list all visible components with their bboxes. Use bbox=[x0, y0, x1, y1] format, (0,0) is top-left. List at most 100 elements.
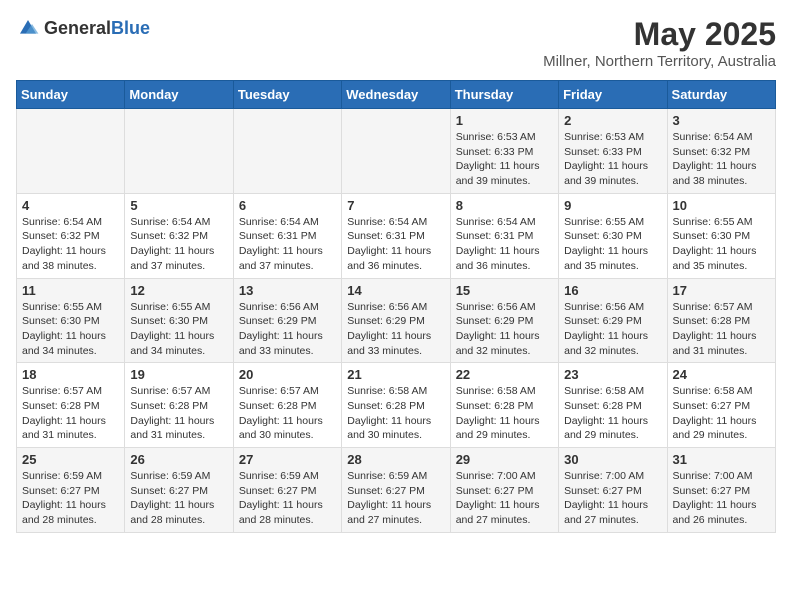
day-number: 19 bbox=[130, 367, 227, 382]
day-info: Sunrise: 6:59 AM Sunset: 6:27 PM Dayligh… bbox=[22, 469, 119, 528]
day-info: Sunrise: 6:58 AM Sunset: 6:27 PM Dayligh… bbox=[673, 384, 770, 443]
day-number: 10 bbox=[673, 198, 770, 213]
day-info: Sunrise: 6:56 AM Sunset: 6:29 PM Dayligh… bbox=[456, 300, 553, 359]
day-number: 5 bbox=[130, 198, 227, 213]
day-number: 28 bbox=[347, 452, 444, 467]
day-number: 13 bbox=[239, 283, 336, 298]
column-header-monday: Monday bbox=[125, 81, 233, 109]
calendar-cell: 21Sunrise: 6:58 AM Sunset: 6:28 PM Dayli… bbox=[342, 363, 450, 448]
column-header-tuesday: Tuesday bbox=[233, 81, 341, 109]
day-info: Sunrise: 7:00 AM Sunset: 6:27 PM Dayligh… bbox=[673, 469, 770, 528]
calendar-cell: 10 Sunrise: 6:55 AM Sunset: 6:30 PM Dayli… bbox=[667, 193, 775, 278]
calendar-cell bbox=[342, 109, 450, 194]
logo-blue: Blue bbox=[111, 18, 150, 38]
day-number: 16 bbox=[564, 283, 661, 298]
page-header: GeneralBlue May 2025 Millner, Northern T… bbox=[16, 16, 776, 70]
day-number: 18 bbox=[22, 367, 119, 382]
calendar-row: 18 Sunrise: 6:57 AM Sunset: 6:28 PM Dayli… bbox=[17, 363, 776, 448]
day-info: Sunrise: 6:55 AM Sunset: 6:30 PM Dayligh… bbox=[673, 215, 770, 274]
calendar-cell: 16 Sunrise: 6:56 AM Sunset: 6:29 PM Dayli… bbox=[559, 278, 667, 363]
calendar-cell: 1Sunrise: 6:53 AM Sunset: 6:33 PM Daylig… bbox=[450, 109, 558, 194]
calendar-cell bbox=[233, 109, 341, 194]
day-info: Sunrise: 7:00 AM Sunset: 6:27 PM Dayligh… bbox=[564, 469, 661, 528]
calendar-cell: 31 Sunrise: 7:00 AM Sunset: 6:27 PM Dayli… bbox=[667, 448, 775, 533]
calendar-cell: 30 Sunrise: 7:00 AM Sunset: 6:27 PM Dayli… bbox=[559, 448, 667, 533]
header-row: SundayMondayTuesdayWednesdayThursdayFrid… bbox=[17, 81, 776, 109]
title-block: May 2025 Millner, Northern Territory, Au… bbox=[543, 16, 776, 70]
day-info: Sunrise: 6:57 AM Sunset: 6:28 PM Dayligh… bbox=[130, 384, 227, 443]
day-info: Sunrise: 6:59 AM Sunset: 6:27 PM Dayligh… bbox=[239, 469, 336, 528]
calendar-cell: 9Sunrise: 6:55 AM Sunset: 6:30 PM Daylig… bbox=[559, 193, 667, 278]
calendar-cell: 29 Sunrise: 7:00 AM Sunset: 6:27 PM Dayli… bbox=[450, 448, 558, 533]
column-header-wednesday: Wednesday bbox=[342, 81, 450, 109]
day-number: 17 bbox=[673, 283, 770, 298]
calendar-cell: 28Sunrise: 6:59 AM Sunset: 6:27 PM Dayli… bbox=[342, 448, 450, 533]
day-number: 25 bbox=[22, 452, 119, 467]
calendar-cell: 4Sunrise: 6:54 AM Sunset: 6:32 PM Daylig… bbox=[17, 193, 125, 278]
day-info: Sunrise: 6:54 AM Sunset: 6:31 PM Dayligh… bbox=[239, 215, 336, 274]
day-info: Sunrise: 6:54 AM Sunset: 6:31 PM Dayligh… bbox=[347, 215, 444, 274]
day-number: 3 bbox=[673, 113, 770, 128]
calendar-row: 4 Sunrise: 6:54 AM Sunset: 6:32 PM Daylig… bbox=[17, 193, 776, 278]
day-info: Sunrise: 6:57 AM Sunset: 6:28 PM Dayligh… bbox=[22, 384, 119, 443]
calendar-cell: 25 Sunrise: 6:59 AM Sunset: 6:27 PM Dayli… bbox=[17, 448, 125, 533]
day-info: Sunrise: 7:00 AM Sunset: 6:27 PM Dayligh… bbox=[456, 469, 553, 528]
column-header-sunday: Sunday bbox=[17, 81, 125, 109]
calendar-cell: 8Sunrise: 6:54 AM Sunset: 6:31 PM Daylig… bbox=[450, 193, 558, 278]
calendar-row: 11 Sunrise: 6:55 AM Sunset: 6:30 PM Dayli… bbox=[17, 278, 776, 363]
day-info: Sunrise: 6:59 AM Sunset: 6:27 PM Dayligh… bbox=[130, 469, 227, 528]
calendar-cell: 27Sunrise: 6:59 AM Sunset: 6:27 PM Dayli… bbox=[233, 448, 341, 533]
calendar-cell bbox=[17, 109, 125, 194]
calendar-cell: 19 Sunrise: 6:57 AM Sunset: 6:28 PM Dayli… bbox=[125, 363, 233, 448]
calendar-cell: 2Sunrise: 6:53 AM Sunset: 6:33 PM Daylig… bbox=[559, 109, 667, 194]
calendar-cell: 24 Sunrise: 6:58 AM Sunset: 6:27 PM Dayli… bbox=[667, 363, 775, 448]
calendar-cell: 26 Sunrise: 6:59 AM Sunset: 6:27 PM Dayli… bbox=[125, 448, 233, 533]
day-number: 31 bbox=[673, 452, 770, 467]
calendar-cell: 17 Sunrise: 6:57 AM Sunset: 6:28 PM Dayli… bbox=[667, 278, 775, 363]
calendar-cell: 3Sunrise: 6:54 AM Sunset: 6:32 PM Daylig… bbox=[667, 109, 775, 194]
day-number: 4 bbox=[22, 198, 119, 213]
day-number: 24 bbox=[673, 367, 770, 382]
day-number: 2 bbox=[564, 113, 661, 128]
day-info: Sunrise: 6:58 AM Sunset: 6:28 PM Dayligh… bbox=[564, 384, 661, 443]
day-info: Sunrise: 6:54 AM Sunset: 6:31 PM Dayligh… bbox=[456, 215, 553, 274]
logo-general: General bbox=[44, 18, 111, 38]
calendar-cell: 14 Sunrise: 6:56 AM Sunset: 6:29 PM Dayli… bbox=[342, 278, 450, 363]
day-info: Sunrise: 6:54 AM Sunset: 6:32 PM Dayligh… bbox=[130, 215, 227, 274]
calendar-cell: 7 Sunrise: 6:54 AM Sunset: 6:31 PM Daylig… bbox=[342, 193, 450, 278]
column-header-saturday: Saturday bbox=[667, 81, 775, 109]
calendar-cell: 11 Sunrise: 6:55 AM Sunset: 6:30 PM Dayli… bbox=[17, 278, 125, 363]
day-info: Sunrise: 6:56 AM Sunset: 6:29 PM Dayligh… bbox=[347, 300, 444, 359]
day-number: 9 bbox=[564, 198, 661, 213]
calendar-cell: 18 Sunrise: 6:57 AM Sunset: 6:28 PM Dayli… bbox=[17, 363, 125, 448]
day-info: Sunrise: 6:53 AM Sunset: 6:33 PM Dayligh… bbox=[456, 130, 553, 189]
calendar-cell: 23 Sunrise: 6:58 AM Sunset: 6:28 PM Dayli… bbox=[559, 363, 667, 448]
calendar-body: 1Sunrise: 6:53 AM Sunset: 6:33 PM Daylig… bbox=[17, 109, 776, 533]
day-number: 15 bbox=[456, 283, 553, 298]
day-number: 11 bbox=[22, 283, 119, 298]
day-number: 26 bbox=[130, 452, 227, 467]
calendar-cell: 20 Sunrise: 6:57 AM Sunset: 6:28 PM Dayli… bbox=[233, 363, 341, 448]
day-number: 22 bbox=[456, 367, 553, 382]
day-info: Sunrise: 6:56 AM Sunset: 6:29 PM Dayligh… bbox=[564, 300, 661, 359]
day-number: 7 bbox=[347, 198, 444, 213]
day-info: Sunrise: 6:55 AM Sunset: 6:30 PM Dayligh… bbox=[130, 300, 227, 359]
calendar-cell: 22Sunrise: 6:58 AM Sunset: 6:28 PM Dayli… bbox=[450, 363, 558, 448]
day-number: 29 bbox=[456, 452, 553, 467]
logo: GeneralBlue bbox=[16, 16, 150, 40]
calendar-row: 25 Sunrise: 6:59 AM Sunset: 6:27 PM Dayli… bbox=[17, 448, 776, 533]
day-number: 12 bbox=[130, 283, 227, 298]
day-number: 30 bbox=[564, 452, 661, 467]
column-header-friday: Friday bbox=[559, 81, 667, 109]
calendar-cell: 5 Sunrise: 6:54 AM Sunset: 6:32 PM Daylig… bbox=[125, 193, 233, 278]
day-number: 14 bbox=[347, 283, 444, 298]
day-info: Sunrise: 6:57 AM Sunset: 6:28 PM Dayligh… bbox=[673, 300, 770, 359]
day-info: Sunrise: 6:55 AM Sunset: 6:30 PM Dayligh… bbox=[22, 300, 119, 359]
calendar-cell: 13Sunrise: 6:56 AM Sunset: 6:29 PM Dayli… bbox=[233, 278, 341, 363]
calendar-header: SundayMondayTuesdayWednesdayThursdayFrid… bbox=[17, 81, 776, 109]
day-number: 20 bbox=[239, 367, 336, 382]
logo-icon bbox=[16, 16, 40, 40]
subtitle: Millner, Northern Territory, Australia bbox=[543, 53, 776, 70]
day-info: Sunrise: 6:57 AM Sunset: 6:28 PM Dayligh… bbox=[239, 384, 336, 443]
day-number: 23 bbox=[564, 367, 661, 382]
